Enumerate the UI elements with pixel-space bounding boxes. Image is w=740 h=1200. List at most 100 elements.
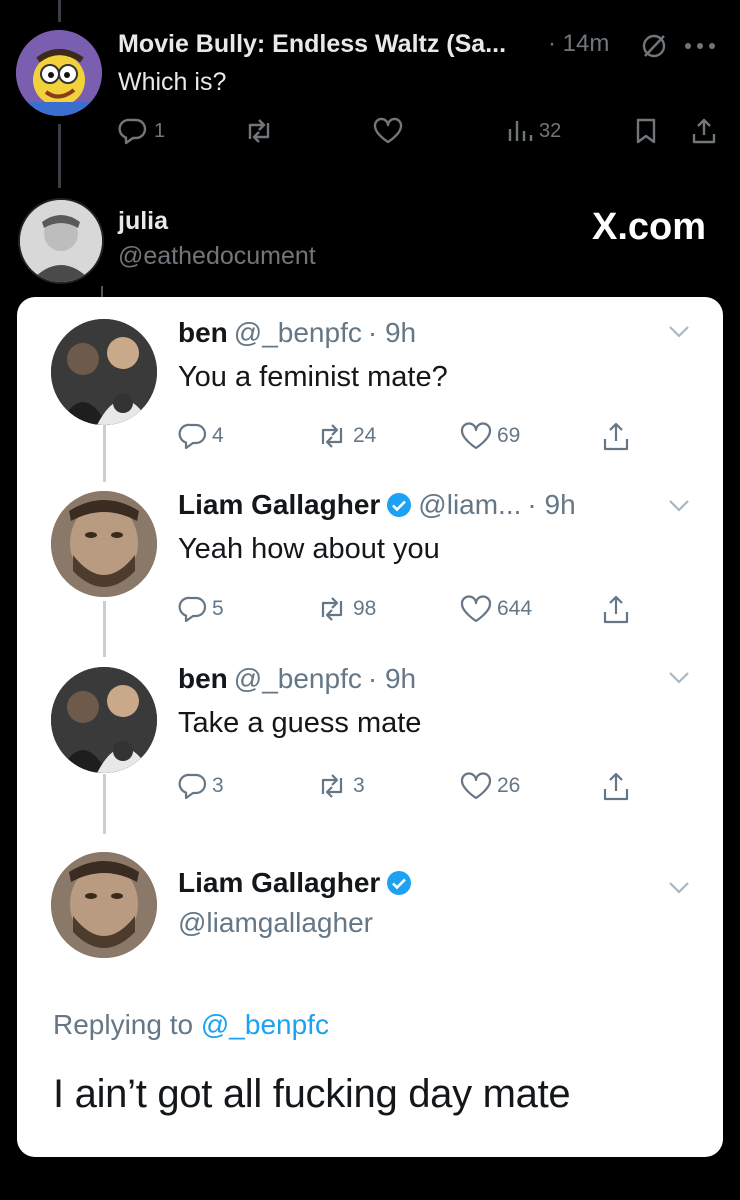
like-icon	[460, 422, 492, 450]
group-photo-icon	[51, 667, 157, 773]
bookmark-icon	[636, 118, 656, 144]
top-share-button[interactable]	[690, 117, 718, 145]
tweet2-like-button[interactable]: 644	[459, 594, 532, 624]
chevron-down-icon[interactable]	[668, 499, 690, 513]
like-icon	[460, 595, 492, 623]
x-watermark: X.com	[592, 206, 707, 248]
share-icon	[603, 595, 629, 624]
like-icon	[373, 117, 403, 144]
tweet2-reply-button[interactable]: 5	[178, 594, 224, 624]
reply-icon	[178, 423, 207, 450]
card-thread-line-1	[103, 424, 106, 482]
cartoon-avatar-icon	[16, 30, 102, 116]
top-reply-button[interactable]: 1	[118, 117, 165, 145]
face-photo-icon	[51, 491, 157, 597]
tweet3-time[interactable]: · 9h	[368, 663, 416, 695]
tweet3-share-button[interactable]	[601, 771, 631, 803]
tweet1-name[interactable]: ben	[178, 317, 228, 349]
verified-badge-icon	[387, 871, 412, 895]
top-views-count: 32	[539, 119, 562, 142]
retweet-icon	[248, 119, 270, 143]
tweet1-reply-button[interactable]: 4	[178, 421, 224, 451]
tweet2-retweet-button[interactable]: 98	[315, 594, 376, 624]
avatar-ben-2[interactable]	[51, 667, 157, 773]
avatar-movie-bully[interactable]	[16, 30, 102, 116]
tweet2-time[interactable]: · 9h	[527, 489, 575, 521]
tweet1-text: You a feminist mate?	[178, 361, 448, 393]
share-icon	[692, 118, 716, 144]
face-photo-icon	[51, 852, 157, 958]
top-like-button[interactable]	[372, 117, 404, 145]
tweet2-share-button[interactable]	[601, 594, 631, 626]
top-retweet-button[interactable]	[242, 117, 276, 145]
tweet1-like-button[interactable]: 69	[459, 421, 520, 451]
final-tweet-text: I ain’t got all fucking day mate	[53, 1072, 571, 1116]
final-tweet-header: Liam Gallagher	[178, 867, 412, 899]
thread-line-lower	[101, 286, 103, 297]
tweet1-retweet-count: 24	[353, 424, 377, 447]
julia-handle[interactable]: @eathedocument	[118, 242, 316, 271]
group-photo-icon	[51, 319, 157, 425]
final-tweet-name[interactable]: Liam Gallagher	[178, 867, 380, 899]
retweet-icon	[321, 424, 343, 448]
reply-icon	[178, 773, 207, 800]
tweet1-retweet-button[interactable]: 24	[315, 421, 376, 451]
top-views-button[interactable]: 32	[507, 117, 561, 145]
tweet1-share-button[interactable]	[601, 421, 631, 453]
grok-icon[interactable]	[640, 32, 668, 65]
share-icon	[603, 772, 629, 801]
top-bookmark-button[interactable]	[634, 117, 658, 145]
tweet3-like-button[interactable]: 26	[459, 771, 520, 801]
tweet1-handle[interactable]: @_benpfc	[234, 317, 362, 349]
share-icon	[603, 422, 629, 451]
tweet3-reply-count: 3	[212, 774, 224, 797]
chevron-down-icon[interactable]	[668, 325, 690, 339]
chevron-down-icon[interactable]	[668, 881, 690, 895]
like-icon	[460, 772, 492, 800]
avatar-liam-2[interactable]	[51, 852, 157, 958]
julia-name[interactable]: julia	[118, 207, 168, 236]
tweet2-reply-count: 5	[212, 597, 224, 620]
top-reply-count: 1	[154, 119, 166, 142]
card-thread-line-2	[103, 601, 106, 657]
tweet3-name[interactable]: ben	[178, 663, 228, 695]
verified-badge-icon	[387, 493, 412, 517]
final-tweet-handle[interactable]: @liamgallagher	[178, 907, 373, 939]
avatar-ben[interactable]	[51, 319, 157, 425]
tweet2-retweet-count: 98	[353, 597, 377, 620]
more-icon[interactable]	[684, 38, 716, 56]
views-icon	[508, 121, 533, 141]
thread-line-top	[58, 0, 61, 22]
card-thread-line-3	[103, 774, 106, 834]
tweet3-like-count: 26	[497, 774, 521, 797]
tweet2-handle[interactable]: @liam...	[418, 489, 521, 521]
avatar-julia[interactable]	[18, 198, 104, 284]
tweet1-header: ben @_benpfc · 9h	[178, 317, 416, 349]
tweet2-name[interactable]: Liam Gallagher	[178, 489, 380, 521]
reply-icon	[118, 118, 147, 145]
tweet3-reply-button[interactable]: 3	[178, 771, 224, 801]
final-tweet-handle-row: @liamgallagher	[178, 907, 373, 939]
tweet3-header: ben @_benpfc · 9h	[178, 663, 416, 695]
reply-icon	[178, 596, 207, 623]
retweet-icon	[321, 597, 343, 621]
tweet1-like-count: 69	[497, 424, 521, 447]
tweet3-text: Take a guess mate	[178, 707, 422, 739]
tweet1-time[interactable]: · 9h	[368, 317, 416, 349]
avatar-liam-1[interactable]	[51, 491, 157, 597]
tweet3-handle[interactable]: @_benpfc	[234, 663, 362, 695]
tweet3-retweet-button[interactable]: 3	[315, 771, 365, 801]
replying-to-prefix: Replying to	[53, 1009, 194, 1040]
top-post-time[interactable]: · 14m	[548, 30, 609, 58]
chevron-down-icon[interactable]	[668, 671, 690, 685]
tweet3-retweet-count: 3	[353, 774, 365, 797]
profile-photo-icon	[20, 200, 102, 282]
tweet2-header: Liam Gallagher @liam... · 9h	[178, 489, 576, 521]
retweet-icon	[321, 774, 343, 798]
tweet1-reply-count: 4	[212, 424, 224, 447]
top-post-author[interactable]: Movie Bully: Endless Waltz (Sa...	[118, 30, 506, 59]
thread-line-mid	[58, 124, 61, 188]
screenshot-card: ben @_benpfc · 9h You a feminist mate? 4…	[17, 297, 723, 1157]
replying-to-line: Replying to @_benpfc	[53, 1009, 329, 1041]
replying-to-mention[interactable]: @_benpfc	[201, 1009, 329, 1040]
